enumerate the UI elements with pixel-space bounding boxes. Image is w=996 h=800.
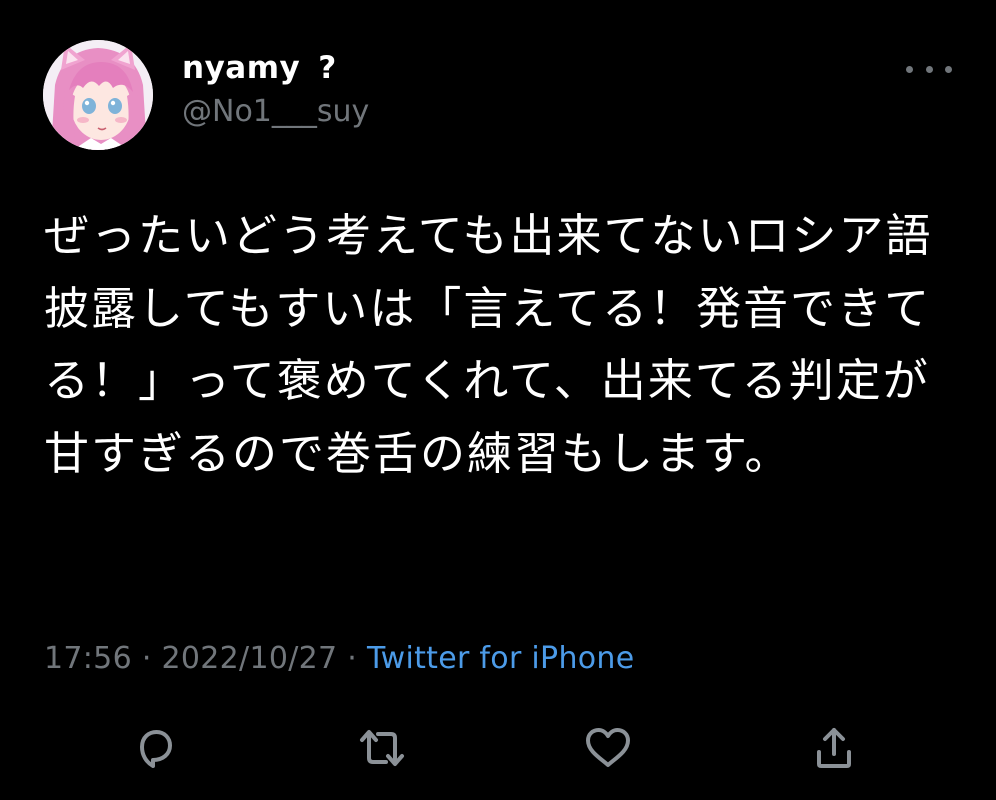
more-dot: [925, 65, 933, 73]
tweet-date[interactable]: 2022/10/27: [162, 641, 338, 676]
tweet-source-link[interactable]: Twitter for iPhone: [367, 641, 635, 676]
heart-icon: [586, 728, 630, 767]
share-button[interactable]: [806, 720, 862, 776]
reply-button[interactable]: [128, 720, 184, 776]
avatar[interactable]: [43, 40, 153, 150]
meta-separator: ·: [347, 641, 358, 676]
like-button[interactable]: [580, 720, 636, 776]
tweet-time[interactable]: 17:56: [44, 641, 132, 676]
author-name-text: nyamy: [182, 50, 301, 86]
retweet-button[interactable]: [354, 720, 410, 776]
tweet-actions: [0, 720, 996, 780]
reply-bubble-icon: [140, 730, 172, 768]
tweet-text: ぜったいどう考えても出来てないロシア語披露してもすいは「言えてる！発音できてる！…: [44, 209, 933, 480]
more-dot: [945, 65, 952, 73]
meta-separator: ·: [141, 641, 152, 676]
avatar-image: [43, 40, 153, 150]
author-display-name[interactable]: nyamy?: [182, 50, 337, 86]
share-icon: [817, 728, 851, 768]
author-handle[interactable]: @No1___suy: [182, 94, 369, 129]
more-dots-icon: [906, 65, 913, 73]
tweet: nyamy? @No1___suy ぜったいどう考えても出来てないロシア語披露し…: [0, 0, 996, 800]
author-name-badge: ?: [318, 50, 337, 86]
more-options-button[interactable]: [906, 58, 952, 80]
tweet-meta: 17:56 · 2022/10/27 · Twitter for iPhone: [44, 641, 635, 676]
retweet-icon: [360, 730, 404, 766]
